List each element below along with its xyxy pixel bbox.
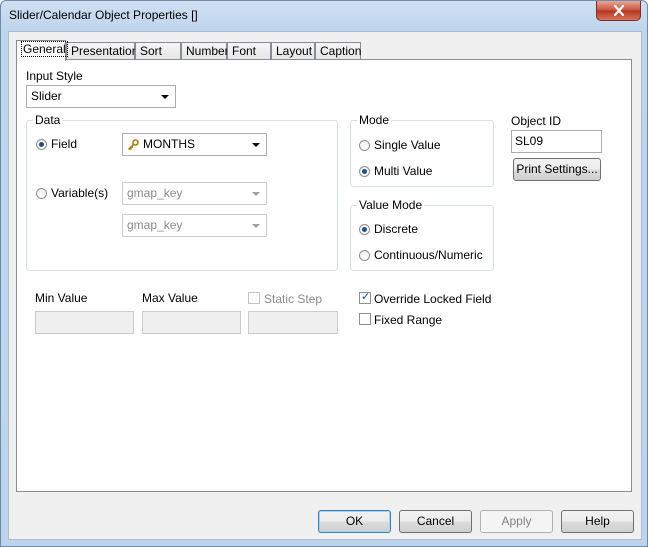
discrete-radio[interactable] [359,224,370,235]
value-mode-group-title: Value Mode [357,198,425,212]
variable-select-2[interactable]: gmap_key [122,214,267,237]
fixed-range-checkbox[interactable] [359,313,371,325]
field-radio[interactable] [36,139,47,150]
checkmark-icon: ✓ [361,291,371,303]
object-id-input[interactable]: SL09 [511,130,602,153]
chevron-down-icon [161,95,169,99]
mode-group-title: Mode [357,113,392,127]
help-button[interactable]: Help [561,510,634,533]
multi-value-radio[interactable] [359,166,370,177]
tab-general[interactable]: General [16,40,68,61]
override-locked-label: Override Locked Field [374,292,492,306]
continuous-radio[interactable] [359,250,370,261]
input-style-select[interactable]: Slider [26,85,176,108]
static-step-input[interactable] [248,311,338,334]
field-label: Field [51,137,78,151]
tab-label: Presentation [71,44,139,58]
single-value-radio[interactable] [359,140,370,151]
discrete-label: Discrete [374,222,419,236]
static-step-label: Static Step [264,292,323,306]
max-value-label: Max Value [142,291,198,305]
variable-select-1[interactable]: gmap_key [122,182,267,205]
tab-label: Number [186,44,229,58]
tab-label: Caption [320,44,362,58]
tab-label: Sort [140,44,163,58]
close-button[interactable] [596,1,641,21]
cancel-button[interactable]: Cancel [399,510,472,533]
tab-label: Layout [276,44,313,58]
chevron-down-icon [252,192,260,196]
input-style-value: Slider [31,89,62,103]
tab-sort[interactable]: Sort [135,42,181,59]
multi-value-label: Multi Value [374,164,433,178]
tab-font[interactable]: Font [227,42,271,59]
min-value-input[interactable] [35,311,134,334]
value-mode-group: Value Mode Discrete Continuous/Numeric [350,198,494,271]
field-select[interactable]: MONTHS [122,133,267,156]
single-value-label: Single Value [374,138,441,152]
min-value-label: Min Value [35,291,88,305]
input-style-label: Input Style [26,69,83,83]
apply-button[interactable]: Apply [480,510,553,533]
print-settings-button[interactable]: Print Settings... [513,158,601,181]
tab-number[interactable]: Number [181,42,229,59]
variable-value-2: gmap_key [127,218,183,232]
general-tab-panel: Input Style Slider Data Field MONTHS Var… [16,59,632,492]
chevron-down-icon [252,224,260,228]
title-bar[interactable]: Slider/Calendar Object Properties [] [1,1,647,31]
variable-value-1: gmap_key [127,186,183,200]
tab-label: General [21,41,68,57]
close-icon [613,5,624,16]
dialog-window: Slider/Calendar Object Properties [] Gen… [0,0,648,547]
max-value-input[interactable] [142,311,241,334]
continuous-label: Continuous/Numeric [374,248,483,262]
window-title: Slider/Calendar Object Properties [] [9,8,198,22]
dialog-client: General Presentation Sort Number Font La… [8,31,642,540]
key-icon [127,139,139,151]
data-group-title: Data [33,113,63,127]
override-locked-checkbox[interactable]: ✓ [359,291,371,304]
static-step-checkbox[interactable] [248,292,260,304]
mode-group: Mode Single Value Multi Value [350,113,494,187]
variables-label: Variable(s) [51,186,109,200]
ok-button[interactable]: OK [318,510,391,533]
data-group: Data Field MONTHS Variable(s) gmap_key g… [26,113,338,271]
chevron-down-icon [252,143,260,147]
tab-caption[interactable]: Caption [315,42,361,59]
tab-presentation[interactable]: Presentation [66,42,139,59]
tab-label: Font [232,44,257,58]
tab-layout[interactable]: Layout [271,42,315,59]
variables-radio[interactable] [36,188,47,199]
fixed-range-label: Fixed Range [374,313,443,327]
object-id-label: Object ID [511,114,562,128]
